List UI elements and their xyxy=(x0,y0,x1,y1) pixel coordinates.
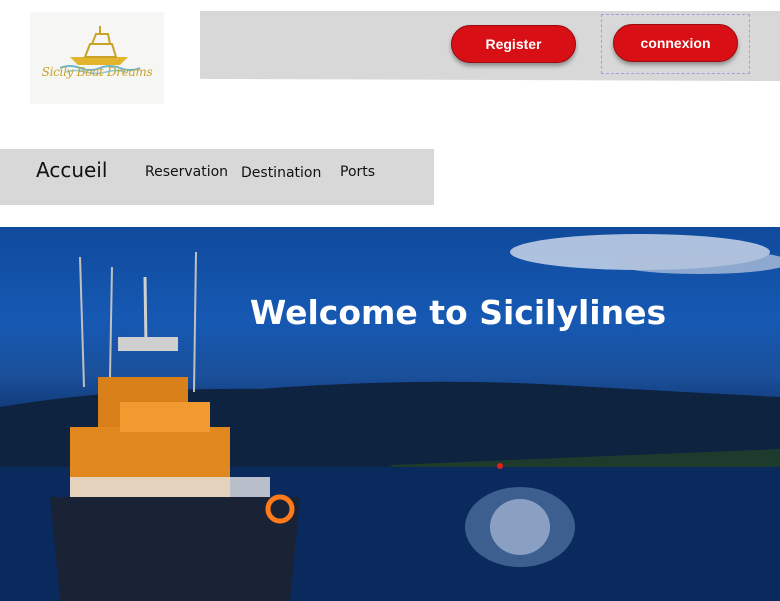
nav-item-ports[interactable]: Ports xyxy=(340,164,375,180)
site-logo[interactable]: Sicily Boat Dreams xyxy=(30,12,164,104)
harbour-scene-image xyxy=(0,234,780,601)
hero-title: Welcome to Sicilylines xyxy=(249,293,667,332)
nav-item-accueil[interactable]: Accueil xyxy=(36,158,107,182)
boat-logo-icon xyxy=(59,26,141,75)
hero-banner: Welcome to Sicilylines xyxy=(0,227,780,601)
nav-item-destination[interactable]: Destination xyxy=(241,165,321,181)
register-button[interactable]: Register xyxy=(451,25,576,63)
nav-item-reservation[interactable]: Reservation xyxy=(145,164,228,180)
connexion-button[interactable]: connexion xyxy=(613,24,738,62)
logo-text: Sicily Boat Dreams xyxy=(41,65,153,79)
